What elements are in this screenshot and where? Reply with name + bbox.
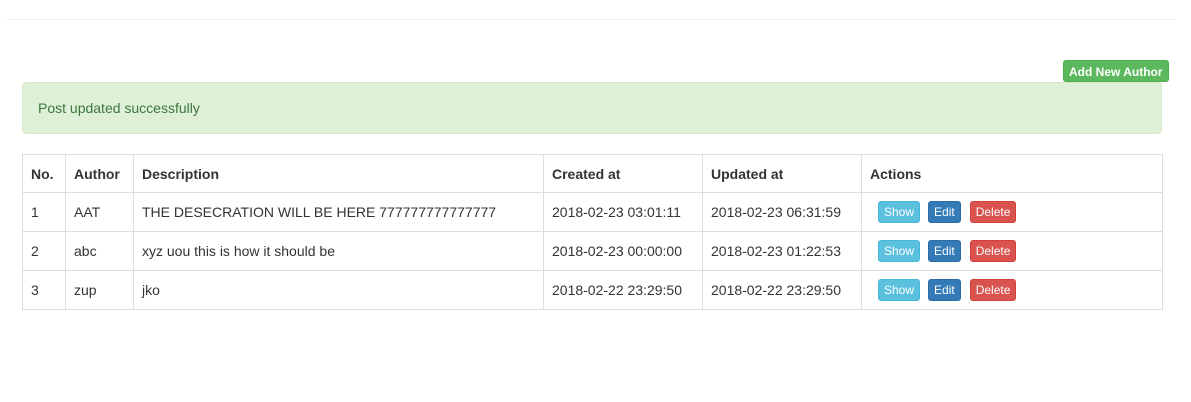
- column-header-description: Description: [133, 154, 544, 193]
- cell-description: jko: [133, 270, 544, 310]
- column-header-actions: Actions: [861, 154, 1163, 193]
- cell-no: 1: [22, 192, 66, 232]
- table-row: 1 AAT THE DESECRATION WILL BE HERE 77777…: [22, 192, 1163, 232]
- show-button[interactable]: Show: [878, 201, 921, 223]
- table-row: 3 zup jko 2018-02-22 23:29:50 2018-02-22…: [22, 270, 1163, 310]
- delete-button[interactable]: Delete: [969, 240, 1017, 262]
- success-alert-message: Post updated successfully: [38, 100, 200, 116]
- cell-author: abc: [65, 231, 134, 271]
- delete-button[interactable]: Delete: [969, 201, 1017, 223]
- column-header-updated-at: Updated at: [702, 154, 862, 193]
- edit-button[interactable]: Edit: [928, 279, 961, 301]
- cell-updated-at: 2018-02-23 06:31:59: [702, 192, 862, 232]
- show-button[interactable]: Show: [878, 279, 921, 301]
- cell-updated-at: 2018-02-22 23:29:50: [702, 270, 862, 310]
- cell-created-at: 2018-02-23 00:00:00: [543, 231, 703, 271]
- cell-created-at: 2018-02-23 03:01:11: [543, 192, 703, 232]
- cell-no: 3: [22, 270, 66, 310]
- show-button[interactable]: Show: [878, 240, 921, 262]
- cell-created-at: 2018-02-22 23:29:50: [543, 270, 703, 310]
- success-alert: Post updated successfully: [22, 82, 1162, 134]
- cell-description: xyz uou this is how it should be: [133, 231, 544, 271]
- cell-actions: Show Edit Delete: [861, 192, 1163, 232]
- cell-no: 2: [22, 231, 66, 271]
- delete-button[interactable]: Delete: [969, 279, 1017, 301]
- add-new-author-button[interactable]: Add New Author: [1063, 60, 1169, 82]
- cell-actions: Show Edit Delete: [861, 270, 1163, 310]
- table-row: 2 abc xyz uou this is how it should be 2…: [22, 231, 1163, 271]
- table-header-row: No. Author Description Created at Update…: [22, 154, 1163, 193]
- header-divider: [6, 19, 1176, 20]
- cell-author: zup: [65, 270, 134, 310]
- edit-button[interactable]: Edit: [928, 240, 961, 262]
- edit-button[interactable]: Edit: [928, 201, 961, 223]
- column-header-author: Author: [65, 154, 134, 193]
- authors-table: No. Author Description Created at Update…: [22, 154, 1163, 310]
- cell-description: THE DESECRATION WILL BE HERE 77777777777…: [133, 192, 544, 232]
- cell-updated-at: 2018-02-23 01:22:53: [702, 231, 862, 271]
- column-header-no: No.: [22, 154, 66, 193]
- cell-author: AAT: [65, 192, 134, 232]
- column-header-created-at: Created at: [543, 154, 703, 193]
- cell-actions: Show Edit Delete: [861, 231, 1163, 271]
